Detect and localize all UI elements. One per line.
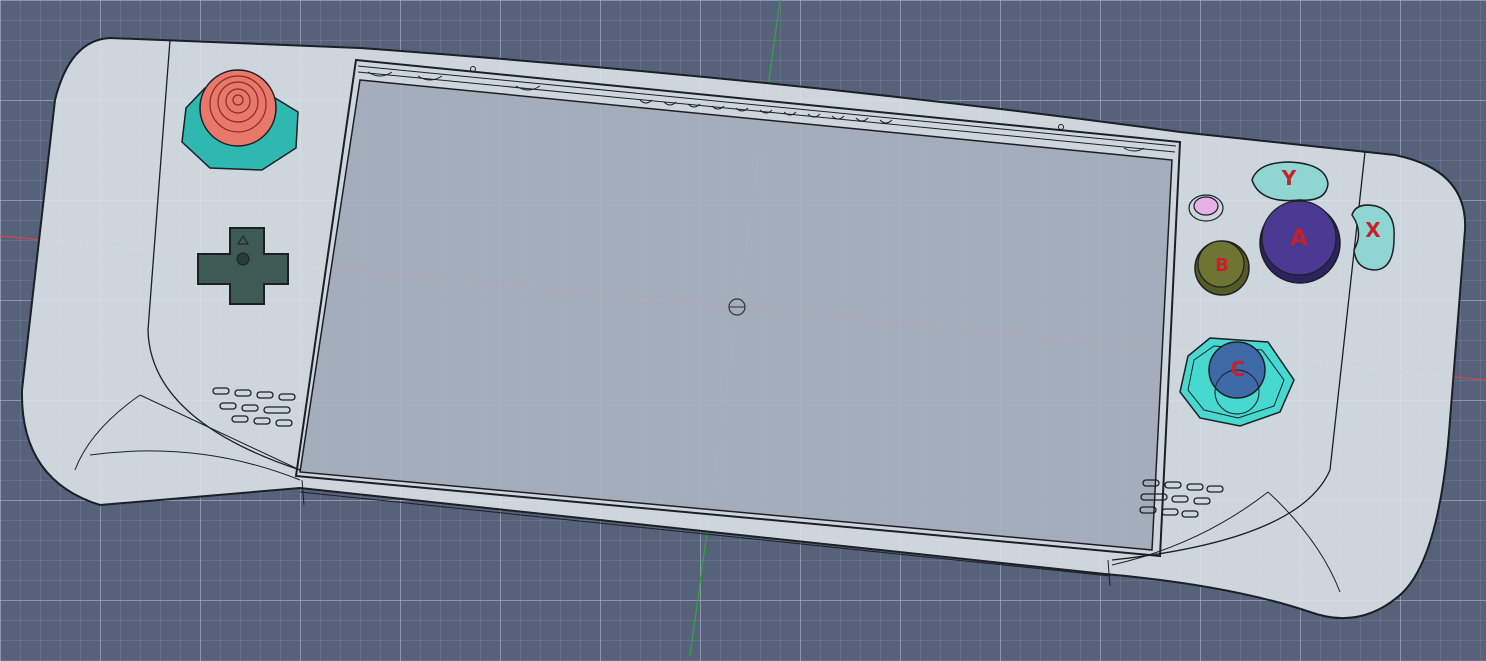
button-x-label: X <box>1365 218 1381 242</box>
button-y[interactable]: Y <box>1251 161 1329 202</box>
button-x[interactable]: X <box>1351 204 1395 271</box>
button-b[interactable]: B <box>1194 240 1250 296</box>
button-a-label: A <box>1290 226 1307 251</box>
right-stick-label: C <box>1231 357 1246 381</box>
menu-button[interactable] <box>1188 194 1224 222</box>
button-b-label: B <box>1215 255 1229 276</box>
cad-scene: Y A X B C <box>0 0 1486 657</box>
cad-viewport[interactable]: Y A X B C <box>0 0 1486 657</box>
dpad-center <box>236 252 250 266</box>
button-y-label: Y <box>1281 166 1297 190</box>
